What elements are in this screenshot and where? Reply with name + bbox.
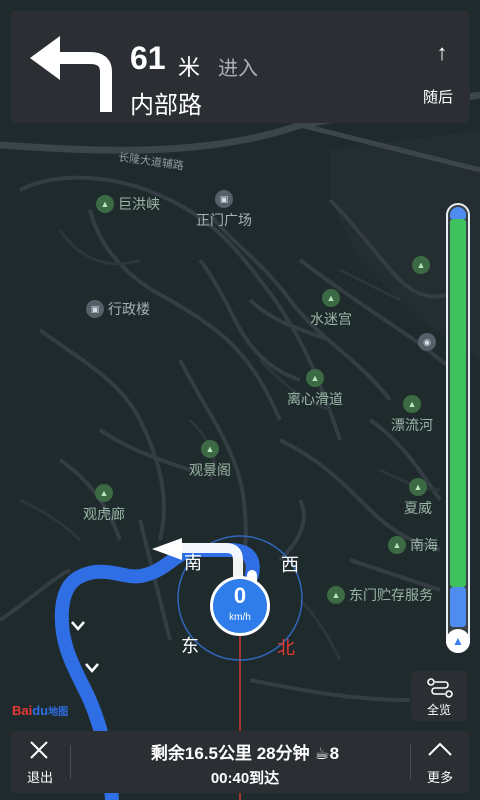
remaining-distance-time: 剩余16.5公里 28分钟 ☕8 (150, 744, 340, 763)
park-icon: ▲ (412, 256, 430, 274)
park-icon: ▲ (201, 440, 219, 458)
route-overview-icon (427, 678, 453, 698)
poi-marker-extra: ▲ (412, 256, 430, 274)
turn-distance: 61 (130, 40, 166, 76)
speed-value: 0 (233, 583, 247, 608)
poi-nanhai[interactable]: ▲ 南海 (388, 535, 438, 555)
navigation-arrow-icon: ▲ (446, 629, 470, 653)
building-icon: ▣ (215, 190, 233, 208)
speed-indicator: 0 km/h (210, 576, 270, 636)
road-name: 内部路 (130, 92, 202, 119)
park-icon: ▲ (388, 536, 406, 554)
park-icon: ▲ (306, 369, 324, 387)
poi-shuimigong[interactable]: ▲ 水迷宫 (310, 289, 352, 329)
poi-lixinhuadao[interactable]: ▲ 离心滑道 (287, 369, 343, 409)
bottom-bar: 退出 剩余16.5公里 28分钟 ☕8 00:40到达 更多 (10, 731, 470, 793)
progress-remaining-top (450, 207, 466, 219)
poi-juhongxia[interactable]: ▲ 巨洪峡 (96, 194, 160, 214)
park-icon: ▲ (322, 289, 340, 307)
poi-dongmen[interactable]: ▲ 东门贮存服务 (327, 585, 433, 605)
progress-traveled (450, 587, 466, 627)
park-icon: ▲ (403, 395, 421, 413)
poi-marker-extra2: ◉ (418, 333, 436, 351)
next-maneuver-label: 随后 (423, 89, 454, 106)
logo-text: Bai (12, 703, 33, 718)
guidance-panel[interactable]: 61 米 进入 内部路 ↑ 随后 (10, 10, 470, 123)
divider (70, 745, 71, 779)
close-icon (30, 741, 48, 759)
park-icon: ▲ (409, 478, 427, 496)
building-icon: ▣ (86, 300, 104, 318)
poi-guanjingge[interactable]: ▲ 观景阁 (189, 440, 231, 480)
distance-unit: 米 (178, 55, 201, 80)
compass-west: 西 (281, 555, 299, 575)
more-label: 更多 (426, 770, 453, 785)
exit-button[interactable]: 退出 (10, 731, 70, 793)
park-icon: ▲ (95, 484, 113, 502)
straight-arrow-icon: ↑ (436, 40, 448, 65)
logo-suffix: 地图 (48, 707, 69, 718)
poi-xiawei[interactable]: ▲ 夏威 (404, 478, 432, 518)
chevron-up-icon (428, 742, 452, 756)
more-button[interactable]: 更多 (410, 731, 470, 793)
poi-zhengmen[interactable]: ▣ 正门广场 (196, 190, 252, 230)
compass-east: 东 (181, 636, 199, 656)
baidu-logo: Baidu地图 (12, 703, 68, 718)
poi-xingzhenglou[interactable]: ▣ 行政楼 (86, 299, 150, 319)
park-icon: ▲ (327, 586, 345, 604)
overview-button[interactable]: 全览 (411, 671, 467, 721)
poi-guanhulang[interactable]: ▲ 观虎廊 (83, 484, 125, 524)
route-progress-bar: ▲ (446, 203, 470, 653)
location-icon: ◉ (418, 333, 436, 351)
overview-label: 全览 (426, 703, 451, 717)
compass-north: 北 (277, 638, 295, 658)
exit-label: 退出 (26, 770, 53, 785)
arrival-time: 00:40到达 (210, 770, 280, 787)
poi-piaoliuhe[interactable]: ▲ 漂流河 (391, 395, 433, 435)
turn-action: 进入 (218, 58, 258, 80)
progress-traffic-green (450, 219, 466, 587)
logo-paw: du (32, 703, 49, 718)
turn-left-icon (30, 36, 112, 112)
park-icon: ▲ (96, 195, 114, 213)
speed-unit: km/h (229, 612, 251, 623)
compass-south: 南 (184, 553, 202, 573)
